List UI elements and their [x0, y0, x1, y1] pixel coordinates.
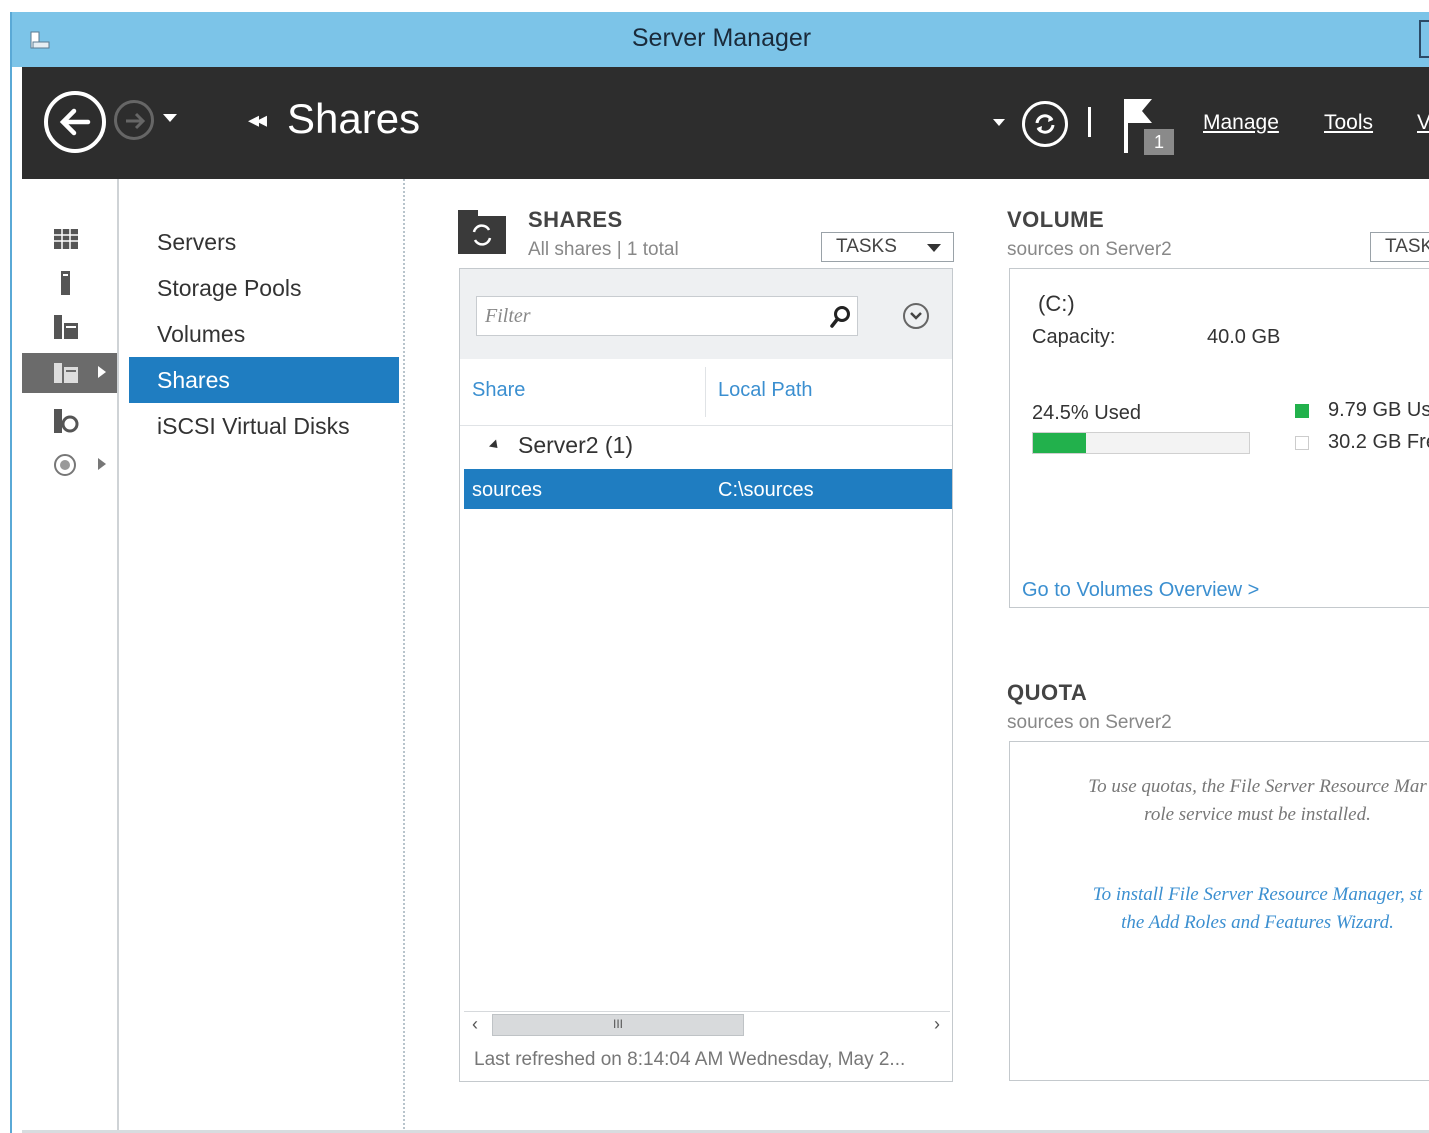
- usage-bar: [1032, 432, 1250, 454]
- used-space-legend: 9.79 GB Us: [1328, 399, 1429, 421]
- usage-bar-fill: [1033, 433, 1086, 453]
- free-legend-swatch: [1295, 436, 1309, 450]
- volume-title: VOLUME: [1007, 207, 1105, 232]
- volume-tasks-button[interactable]: TASK: [1370, 232, 1429, 262]
- nav-item-volumes[interactable]: Volumes: [129, 311, 399, 357]
- sidebar-all-servers[interactable]: [22, 307, 117, 347]
- view-menu[interactable]: Vi: [1417, 111, 1429, 135]
- install-fsrm-link-line1[interactable]: To install File Server Resource Manager,…: [1010, 880, 1429, 909]
- sidebar-dashboard[interactable]: [22, 219, 117, 259]
- shares-tasks-button[interactable]: TASKS: [821, 232, 954, 262]
- tools-menu[interactable]: Tools: [1324, 111, 1373, 135]
- servers-icon: [54, 315, 78, 339]
- shares-subtitle: All shares | 1 total: [528, 239, 679, 260]
- filter-bar: Filter: [460, 269, 952, 359]
- horizontal-scrollbar[interactable]: ‹ III ›: [464, 1011, 950, 1038]
- refresh-arrows-icon: [1035, 114, 1055, 134]
- expand-arrow-icon: [98, 366, 106, 378]
- server-icon: [61, 271, 70, 295]
- scrollbar-thumb[interactable]: III: [492, 1014, 744, 1036]
- title-bar: Server Manager: [12, 12, 1429, 67]
- volume-panel: (C:) Capacity: 40.0 GB 24.5% Used 9.79 G…: [1009, 268, 1429, 608]
- used-percent-label: 24.5% Used: [1032, 402, 1141, 424]
- forward-button[interactable]: [114, 100, 154, 140]
- scroll-right-icon[interactable]: ›: [934, 1014, 940, 1035]
- group-row-server2[interactable]: Server2 (1): [460, 425, 952, 466]
- volume-subtitle: sources on Server2: [1007, 239, 1172, 260]
- server-manager-window: Server Manager ◂◂ Shares 1 Manage Tools …: [10, 12, 1429, 1133]
- column-divider[interactable]: [705, 367, 706, 417]
- window-title: Server Manager: [631, 24, 812, 52]
- chevron-down-icon: [927, 244, 941, 252]
- scrollbar-grip: III: [613, 1017, 624, 1031]
- volume-tasks-label: TASK: [1385, 236, 1429, 257]
- volumes-overview-link[interactable]: Go to Volumes Overview >: [1022, 579, 1259, 602]
- share-name-cell: sources: [472, 479, 543, 501]
- quota-title: QUOTA: [1007, 680, 1088, 705]
- iis-icon: [54, 409, 79, 433]
- breadcrumb-current: Shares: [287, 95, 421, 142]
- nav-item-shares[interactable]: Shares: [129, 357, 399, 403]
- scroll-left-icon[interactable]: ‹: [472, 1014, 478, 1035]
- nav-item-iscsi-virtual-disks[interactable]: iSCSI Virtual Disks: [129, 403, 399, 449]
- capacity-label: Capacity:: [1032, 326, 1116, 348]
- file-storage-nav-list: Servers Storage Pools Volumes Shares iSC…: [119, 179, 405, 1133]
- quota-message-line2: role service must be installed.: [1144, 804, 1371, 825]
- manage-menu[interactable]: Manage: [1203, 111, 1279, 135]
- toolbar-separator: [1088, 107, 1091, 137]
- install-fsrm-link-line2[interactable]: the Add Roles and Features Wizard.: [1010, 908, 1429, 937]
- table-row[interactable]: sources C:\sources: [464, 469, 952, 509]
- shares-header-icon: [458, 210, 506, 254]
- shares-tasks-label: TASKS: [836, 236, 897, 257]
- column-header-local-path[interactable]: Local Path: [718, 379, 813, 402]
- chevron-down-icon: [910, 312, 922, 320]
- window-controls[interactable]: [1419, 20, 1429, 58]
- expand-options-icon[interactable]: [903, 303, 929, 329]
- file-storage-icon: [54, 363, 78, 383]
- back-button[interactable]: [44, 91, 106, 153]
- group-label: Server2 (1): [518, 432, 634, 458]
- nav-item-servers[interactable]: Servers: [129, 219, 399, 265]
- navigation-bar: ◂◂ Shares 1 Manage Tools Vi: [22, 67, 1429, 179]
- local-path-cell: C:\sources: [718, 479, 814, 501]
- update-icon: [54, 454, 76, 476]
- free-space-legend: 30.2 GB Fre: [1328, 431, 1429, 453]
- last-refreshed-status: Last refreshed on 8:14:04 AM Wednesday, …: [474, 1049, 906, 1070]
- refresh-dropdown-icon[interactable]: [993, 119, 1005, 126]
- back-arrow-icon: [59, 108, 91, 136]
- breadcrumb-arrows-icon[interactable]: ◂◂: [248, 107, 267, 133]
- filter-input[interactable]: Filter: [476, 296, 858, 336]
- refresh-icon[interactable]: [1022, 101, 1068, 147]
- sidebar-file-storage[interactable]: [22, 353, 117, 393]
- nav-item-storage-pools[interactable]: Storage Pools: [129, 265, 399, 311]
- used-legend-swatch: [1295, 404, 1309, 418]
- shares-title: SHARES: [528, 207, 623, 232]
- collapse-triangle-icon: [488, 439, 502, 452]
- column-header-share[interactable]: Share: [472, 379, 525, 402]
- search-icon[interactable]: [830, 305, 852, 329]
- dashboard-icon: [54, 229, 78, 249]
- shares-list-panel: Filter Share Local Path Server2 (1) sour…: [459, 268, 953, 1082]
- forward-arrow-icon: [126, 112, 146, 130]
- role-icon-strip: [22, 179, 119, 1133]
- quota-panel: To use quotas, the File Server Resource …: [1009, 741, 1429, 1081]
- quota-message-line1: To use quotas, the File Server Resource …: [1088, 776, 1427, 797]
- drive-letter: (C:): [1038, 291, 1075, 316]
- expand-arrow-icon: [98, 458, 106, 470]
- sidebar-wsus[interactable]: [22, 445, 117, 485]
- sidebar-iis[interactable]: [22, 401, 117, 441]
- history-dropdown-icon[interactable]: [163, 114, 177, 122]
- notification-count-badge: 1: [1144, 129, 1174, 155]
- quota-subtitle: sources on Server2: [1007, 712, 1172, 733]
- capacity-value: 40.0 GB: [1207, 326, 1281, 348]
- sidebar-local-server[interactable]: [22, 263, 117, 303]
